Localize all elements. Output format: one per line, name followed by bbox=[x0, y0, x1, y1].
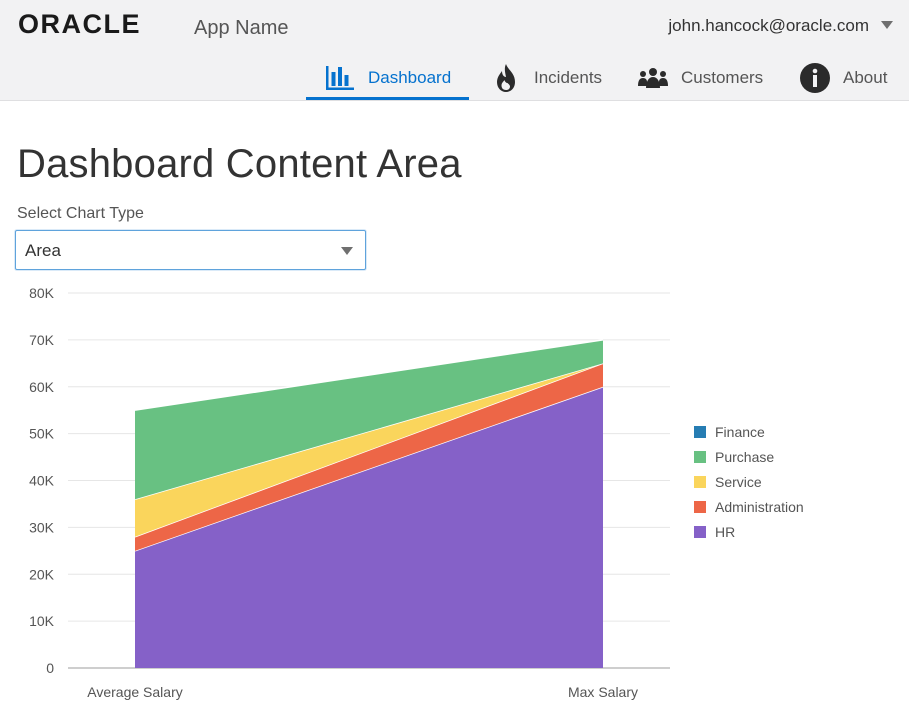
y-tick-label: 10K bbox=[29, 613, 55, 629]
info-icon bbox=[799, 62, 831, 94]
chart-type-label: Select Chart Type bbox=[17, 205, 144, 222]
x-tick-label: Average Salary bbox=[87, 684, 182, 700]
app-name: App Name bbox=[194, 17, 289, 39]
tab-label: Incidents bbox=[534, 67, 603, 87]
chart-bars-icon bbox=[324, 62, 356, 94]
legend-label: HR bbox=[715, 524, 735, 540]
main-navigation: Dashboard Incidents Customers About bbox=[0, 55, 909, 100]
svg-text:ORACLE: ORACLE bbox=[18, 10, 141, 38]
y-tick-label: 40K bbox=[29, 473, 55, 489]
tab-label: Dashboard bbox=[368, 67, 452, 87]
legend-label: Finance bbox=[715, 424, 765, 440]
legend-swatch bbox=[694, 526, 706, 538]
chevron-down-icon bbox=[341, 247, 353, 255]
oracle-logo: ORACLE bbox=[18, 9, 188, 39]
legend-label: Service bbox=[715, 474, 762, 490]
tab-dashboard[interactable]: Dashboard bbox=[305, 55, 470, 100]
y-tick-label: 70K bbox=[29, 332, 55, 348]
y-tick-label: 80K bbox=[29, 285, 55, 301]
tab-label: About bbox=[843, 67, 888, 87]
chevron-down-icon[interactable] bbox=[881, 21, 893, 29]
tab-customers[interactable]: Customers bbox=[637, 55, 763, 100]
tab-incidents[interactable]: Incidents bbox=[490, 55, 602, 100]
legend-swatch bbox=[694, 426, 706, 438]
page-title: Dashboard Content Area bbox=[17, 142, 462, 186]
tab-label: Customers bbox=[681, 67, 764, 87]
legend-swatch bbox=[694, 501, 706, 513]
y-tick-label: 50K bbox=[29, 426, 55, 442]
y-tick-label: 60K bbox=[29, 379, 55, 395]
y-tick-label: 30K bbox=[29, 519, 55, 535]
y-tick-label: 20K bbox=[29, 566, 55, 582]
chart-type-select[interactable]: Area bbox=[15, 230, 366, 270]
user-menu[interactable]: john.hancock@oracle.com bbox=[668, 16, 869, 36]
y-tick-label: 0 bbox=[46, 660, 54, 676]
legend-label: Purchase bbox=[715, 449, 774, 465]
tab-about[interactable]: About bbox=[799, 55, 887, 100]
legend-label: Administration bbox=[715, 499, 804, 515]
area-chart: 0 10K 20K 30K 40K 50K 60K 70K 80K Average Salary M… bbox=[29, 285, 804, 700]
app-header: ORACLE App Name john.hancock@oracle.com … bbox=[0, 0, 909, 101]
legend-swatch bbox=[694, 476, 706, 488]
x-tick-label: Max Salary bbox=[568, 684, 638, 700]
legend-swatch bbox=[694, 451, 706, 463]
select-value: Area bbox=[25, 241, 61, 260]
fire-icon bbox=[490, 62, 522, 94]
people-icon bbox=[637, 62, 669, 94]
